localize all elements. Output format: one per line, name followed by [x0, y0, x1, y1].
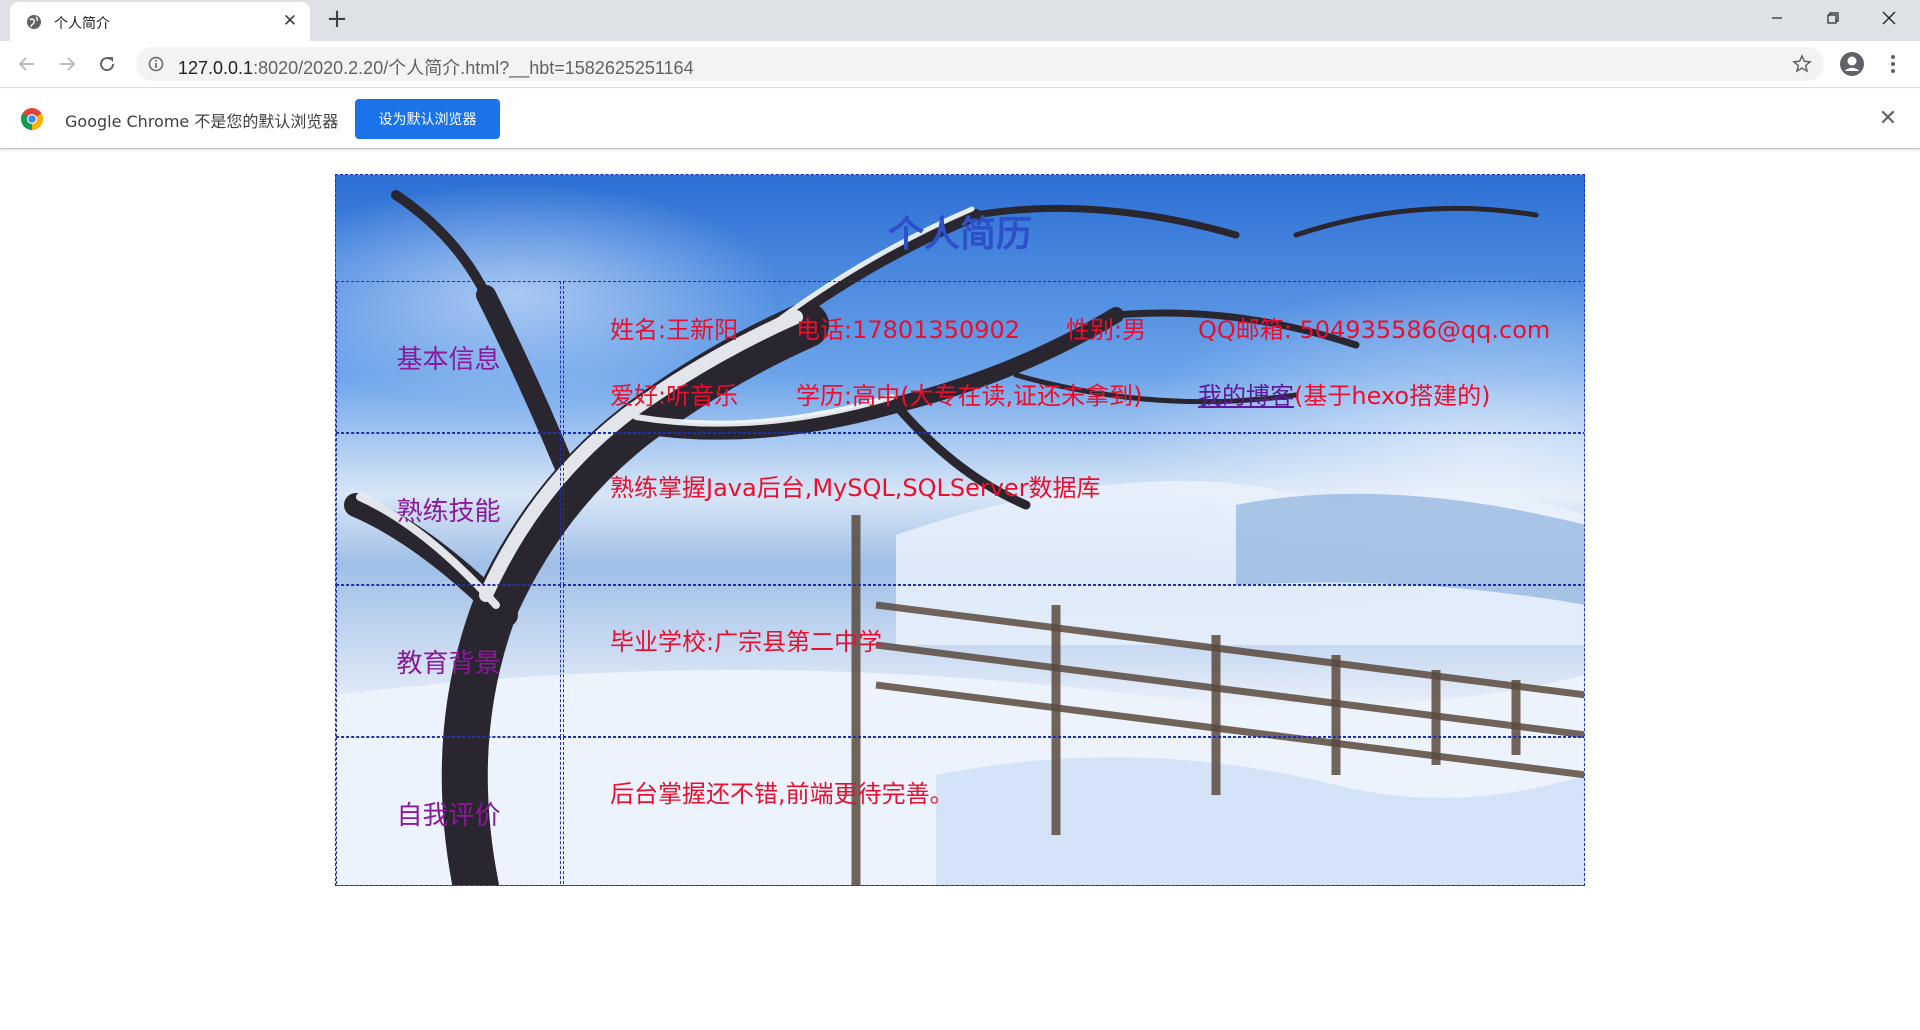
basic-info-label: 基本信息: [336, 281, 561, 433]
name-field: 姓名:王新阳: [610, 316, 739, 344]
skills-label: 熟练技能: [336, 433, 561, 585]
self-evaluation-row: 自我评价 后台掌握还不错,前端更待完善。: [336, 737, 1584, 885]
reload-icon: [100, 57, 115, 72]
education-level-field: 学历:高中(大专在读,证还未拿到): [796, 382, 1143, 410]
forward-button[interactable]: [52, 49, 82, 79]
email-field: QQ邮箱: 504935586@qq.com: [1198, 316, 1551, 344]
basic-info-row: 基本信息 姓名:王新阳 电话:17801350902 性别:男 QQ邮箱: 50…: [336, 281, 1584, 433]
infobar-close-icon[interactable]: ✕: [1876, 107, 1900, 131]
infobar-message: Google Chrome 不是您的默认浏览器: [65, 112, 339, 131]
close-icon: [1882, 11, 1896, 25]
hobby-field: 爱好:听音乐: [610, 382, 739, 410]
chrome-logo-icon: [21, 108, 43, 130]
restore-icon: [1827, 12, 1839, 24]
active-tab[interactable]: 个人简介 ✕: [10, 2, 310, 41]
back-arrow-icon: [18, 57, 34, 71]
url-text[interactable]: 127.0.0.1:8020/2020.2.20/个人简介.html?__hbt…: [178, 54, 694, 80]
back-button[interactable]: [12, 49, 42, 79]
education-label: 教育背景: [336, 585, 561, 737]
gender-field: 性别:男: [1066, 316, 1147, 344]
blog-link[interactable]: 我的博客: [1198, 382, 1294, 410]
more-menu-icon[interactable]: [1883, 50, 1903, 78]
url-host: 127.0.0.1: [178, 58, 254, 78]
skills-body: 熟练掌握Java后台,MySQL,SQLServer数据库: [563, 433, 1584, 585]
globe-icon: [27, 15, 41, 29]
blog-field: 我的博客(基于hexo搭建的): [1198, 376, 1490, 411]
skills-row: 熟练技能 熟练掌握Java后台,MySQL,SQLServer数据库: [336, 433, 1584, 585]
blog-note: (基于hexo搭建的): [1294, 382, 1491, 410]
default-browser-infobar: Google Chrome 不是您的默认浏览器 设为默认浏览器 ✕: [0, 89, 1920, 149]
phone-field: 电话:17801350902: [796, 316, 1021, 344]
new-tab-button[interactable]: +: [323, 6, 351, 34]
basic-info-body: 姓名:王新阳 电话:17801350902 性别:男 QQ邮箱: 5049355…: [563, 281, 1584, 433]
set-default-browser-button[interactable]: 设为默认浏览器: [355, 99, 500, 139]
self-evaluation-body: 后台掌握还不错,前端更待完善。: [563, 737, 1584, 885]
self-evaluation-text: 后台掌握还不错,前端更待完善。: [610, 780, 954, 808]
info-icon[interactable]: [148, 56, 164, 72]
self-evaluation-label: 自我评价: [336, 737, 561, 885]
minimize-icon: [1772, 17, 1782, 19]
tab-close-icon[interactable]: ✕: [280, 11, 300, 31]
bookmark-star-icon[interactable]: [1792, 54, 1812, 74]
close-window-button[interactable]: [1862, 0, 1916, 36]
restore-button[interactable]: [1806, 0, 1860, 36]
reload-button[interactable]: [92, 49, 122, 79]
page-title: 个人简历: [887, 214, 1032, 255]
browser-toolbar: 127.0.0.1:8020/2020.2.20/个人简介.html?__hbt…: [0, 41, 1920, 88]
education-body: 毕业学校:广宗县第二中学: [563, 585, 1584, 737]
url-path: :8020/2020.2.20/个人简介.html?__hbt=15826252…: [253, 58, 694, 78]
school-text: 毕业学校:广宗县第二中学: [610, 628, 883, 656]
education-row: 教育背景 毕业学校:广宗县第二中学: [336, 585, 1584, 737]
tab-title: 个人简介: [54, 16, 110, 32]
forward-arrow-icon: [60, 57, 76, 71]
minimize-button[interactable]: [1750, 0, 1804, 36]
address-bar[interactable]: 127.0.0.1:8020/2020.2.20/个人简介.html?__hbt…: [136, 47, 1824, 81]
skills-text: 熟练掌握Java后台,MySQL,SQLServer数据库: [610, 474, 1101, 502]
resume-container: 个人简历 基本信息 姓名:王新阳 电话:17801350902 性别:男 QQ邮…: [335, 174, 1585, 886]
tab-strip: 个人简介 ✕ +: [0, 0, 1920, 41]
profile-avatar-icon[interactable]: [1838, 50, 1866, 78]
